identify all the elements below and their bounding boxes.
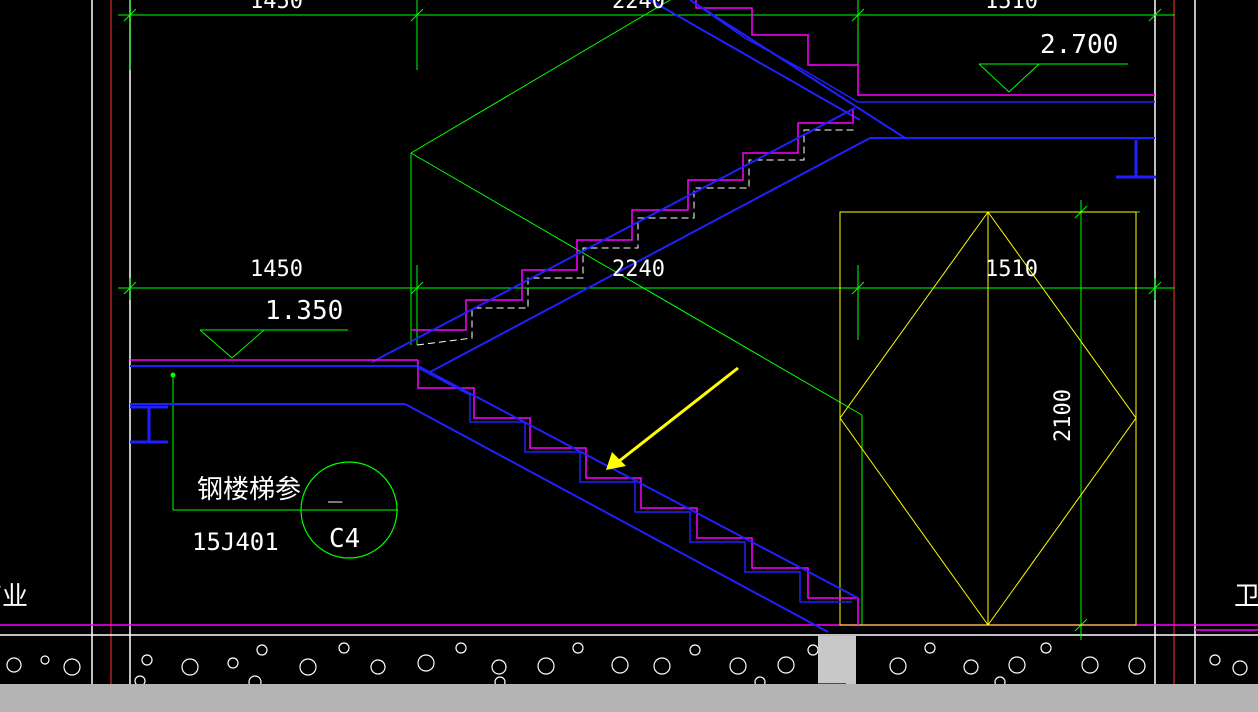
cad-drawing-canvas[interactable]: 1450 2240 1510 1450 2240 1510 2.700 1.35… [0, 0, 1258, 712]
status-bar [0, 684, 1258, 712]
level-lower-text: 1.350 [265, 296, 343, 326]
door-height-dim: 2100 [1051, 389, 1076, 442]
dim-top-1: 1450 [250, 0, 303, 14]
gravel-fill [6, 642, 1248, 689]
room-label-right: 卫生 [1234, 582, 1258, 612]
level-marker-upper [978, 63, 1128, 93]
steel-beam-lower [130, 405, 168, 444]
level-upper-text: 2.700 [1040, 30, 1118, 60]
callout-text: 钢楼梯参 [197, 475, 301, 505]
stair-section-drawing: 1450 2240 1510 1450 2240 1510 2.700 1.35… [0, 0, 1258, 689]
dim-top-2: 2240 [612, 0, 665, 14]
floor-slab [0, 624, 1258, 636]
callout-standard: 15J401 [192, 528, 279, 556]
dim-mid-1: 1450 [250, 257, 303, 282]
room-label-left: 商业 [0, 582, 28, 612]
dim-top-3: 1510 [985, 0, 1038, 14]
detail-sheet: C4 [329, 524, 360, 554]
middle-flight [371, 107, 1155, 373]
steel-beam-upper [1116, 140, 1156, 179]
dim-mid-3: 1510 [985, 257, 1038, 282]
lower-flight [404, 360, 859, 633]
detail-number: _ [328, 475, 343, 503]
annotation-arrow [606, 366, 739, 470]
room-left-clip: 商业 [0, 582, 28, 612]
column-footing [818, 636, 856, 684]
dim-mid-2: 2240 [612, 257, 665, 282]
upper-flight-top [649, 0, 1155, 139]
level-marker-lower [199, 329, 348, 359]
room-right-clip: 卫生 [1234, 582, 1258, 612]
